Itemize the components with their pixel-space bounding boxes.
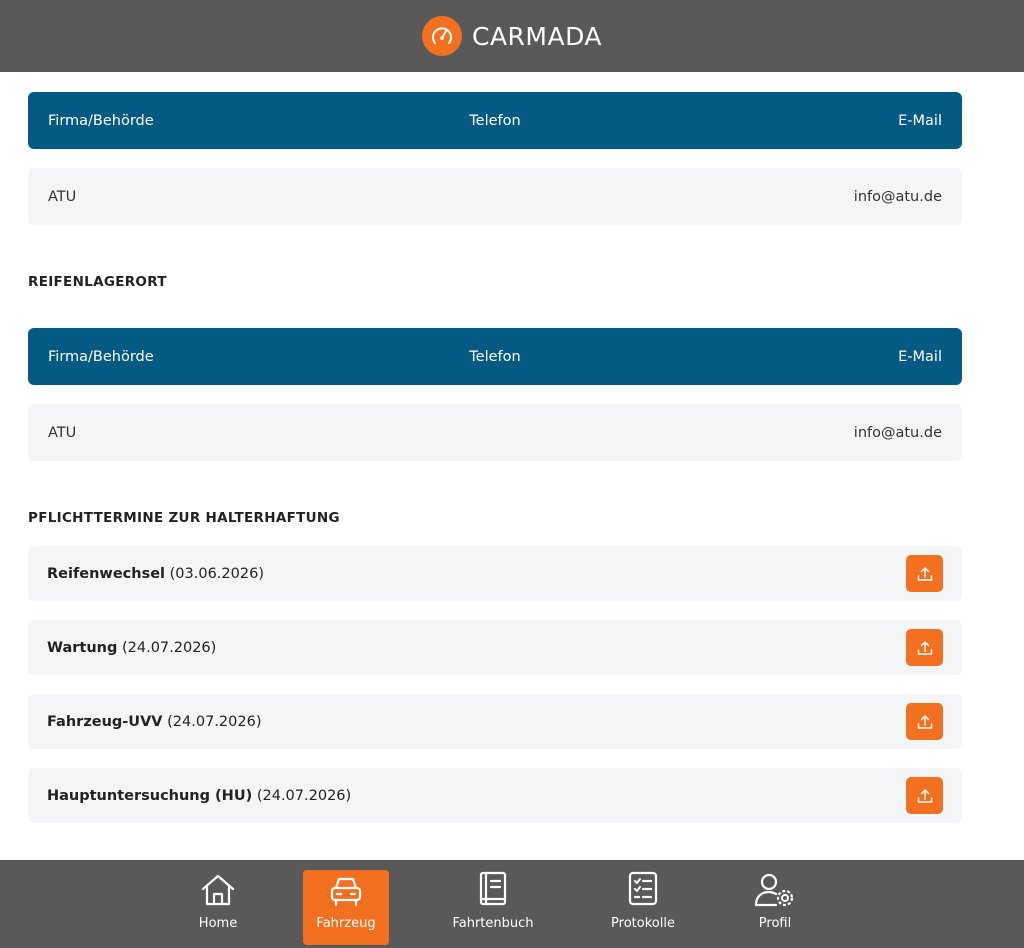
cell-company: ATU [48,424,77,441]
bottom-navigation: Home Fahrzeug Fahrtenbuch Protokolle Pro… [0,860,1024,948]
duty-date: (24.07.2026) [256,787,352,804]
nav-label: Protokolle [611,916,675,931]
duty-name: Wartung [47,639,118,656]
cell-email[interactable]: info@atu.de [854,425,942,441]
car-icon [330,877,362,907]
upload-button[interactable] [906,777,943,814]
duty-row-tire-change: Reifenwechsel (03.06.2026) [28,546,962,601]
duty-label: Wartung (24.07.2026) [47,640,216,656]
app-header: CARMADA [0,0,1024,72]
contact-table-row: ATU info@atu.de [28,168,962,225]
duty-row-vehicle-uvv: Fahrzeug-UVV (24.07.2026) [28,694,962,749]
duty-row-main-inspection: Hauptuntersuchung (HU) (24.07.2026) [28,768,962,823]
nav-label: Fahrtenbuch [452,916,534,931]
duty-date: (24.07.2026) [121,639,217,656]
section-title-mandatory-dates: PFLICHTTERMINE ZUR HALTERHAFTUNG [28,510,340,526]
column-company: Firma/Behörde [48,112,154,129]
duty-label: Reifenwechsel (03.06.2026) [47,566,264,582]
upload-icon [917,788,932,803]
nav-vehicle[interactable]: Fahrzeug [303,870,389,945]
nav-protocols[interactable]: Protokolle [598,870,688,945]
home-icon [201,874,235,906]
duty-date: (03.06.2026) [169,565,264,582]
upload-button[interactable] [906,555,943,592]
duty-row-maintenance: Wartung (24.07.2026) [28,620,962,675]
tire-storage-table-header: Firma/Behörde Telefon E-Mail [28,328,962,385]
duty-label: Fahrzeug-UVV (24.07.2026) [47,714,261,730]
upload-button[interactable] [906,703,943,740]
nav-label: Profil [758,916,792,931]
upload-icon [917,714,932,729]
cell-company: ATU [48,188,77,205]
upload-icon [917,566,932,581]
nav-label: Fahrzeug [316,916,376,931]
cell-email[interactable]: info@atu.de [854,189,942,205]
app-title: CARMADA [471,21,602,51]
column-company: Firma/Behörde [48,348,154,365]
column-email: E-Mail [898,348,942,365]
brand[interactable]: CARMADA [421,16,602,56]
nav-profile[interactable]: Profil [735,870,815,945]
duty-name: Hauptuntersuchung (HU) [47,787,253,804]
duty-name: Reifenwechsel [47,565,166,582]
nav-logbook[interactable]: Fahrtenbuch [448,870,538,945]
book-icon [479,871,507,906]
upload-button[interactable] [906,629,943,666]
section-title-tire-storage: REIFENLAGERORT [28,274,167,290]
column-email: E-Mail [898,112,942,129]
user-settings-icon [754,873,794,907]
nav-home[interactable]: Home [178,870,258,945]
upload-icon [917,640,932,655]
speedometer-icon [421,16,462,56]
tire-storage-table-row: ATU info@atu.de [28,404,962,461]
checklist-icon [628,871,658,906]
nav-label: Home [198,916,238,931]
duty-date: (24.07.2026) [167,713,262,730]
duty-label: Hauptuntersuchung (HU) (24.07.2026) [47,788,351,804]
duty-name: Fahrzeug-UVV [47,713,163,730]
main-content: Firma/Behörde Telefon E-Mail ATU info@at… [28,92,962,823]
contact-table-header: Firma/Behörde Telefon E-Mail [28,92,962,149]
